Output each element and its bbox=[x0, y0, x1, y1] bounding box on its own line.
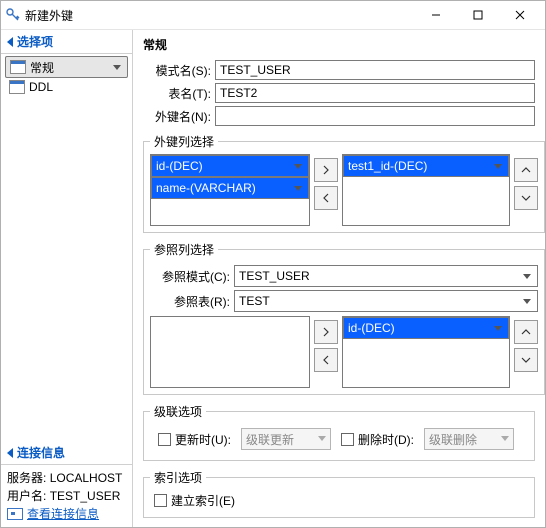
page-title: 常规 bbox=[133, 30, 545, 57]
titlebar: 新建外键 bbox=[1, 1, 545, 30]
create-index-label: 建立索引(E) bbox=[171, 492, 235, 509]
left-panel: 选择项 常规 DDL 连接信息 服务器: LOCALHOST 用户名: TEST bbox=[1, 30, 133, 527]
form-icon bbox=[9, 80, 25, 94]
list-item[interactable]: name-(VARCHAR) bbox=[151, 177, 309, 199]
ref-columns-group: 参照列选择 参照模式(C): TEST_USER 参照表(R): TEST bbox=[143, 241, 545, 395]
options-header-label: 选择项 bbox=[17, 33, 53, 50]
index-group: 索引选项 建立索引(E) bbox=[143, 469, 535, 518]
list-item[interactable]: test1_id-(DEC) bbox=[343, 155, 509, 177]
index-label: 索引选项 bbox=[150, 469, 206, 486]
fk-available-list[interactable]: id-(DEC) name-(VARCHAR) bbox=[150, 154, 310, 226]
checkbox-icon bbox=[158, 433, 171, 446]
ondelete-label: 删除时(D): bbox=[358, 431, 414, 448]
ondelete-value: 级联删除 bbox=[429, 431, 477, 448]
user-row: 用户名: TEST_USER bbox=[7, 487, 126, 505]
view-connection-label: 查看连接信息 bbox=[27, 505, 99, 523]
minimize-button[interactable] bbox=[415, 1, 457, 29]
table-input[interactable] bbox=[215, 83, 535, 103]
checkbox-icon bbox=[154, 494, 167, 507]
onupdate-select[interactable]: 级联更新 bbox=[241, 428, 331, 450]
refschema-label: 参照模式(C): bbox=[150, 268, 234, 285]
remove-refcolumn-button[interactable] bbox=[314, 348, 338, 372]
connection-header-label: 连接信息 bbox=[17, 444, 65, 461]
ref-available-list[interactable] bbox=[150, 316, 310, 388]
close-button[interactable] bbox=[499, 1, 541, 29]
fk-columns-group: 外键列选择 id-(DEC) name-(VARCHAR) test1_id-(… bbox=[143, 133, 545, 233]
basic-form: 模式名(S): 表名(T): 外键名(N): bbox=[133, 57, 545, 129]
dialog-window: 新建外键 选择项 常规 DDL bbox=[0, 0, 546, 528]
checkbox-icon bbox=[341, 433, 354, 446]
options-tree: 常规 DDL bbox=[1, 54, 132, 98]
user-value: TEST_USER bbox=[50, 489, 121, 503]
ondelete-checkbox[interactable]: 删除时(D): bbox=[341, 431, 414, 448]
window-title: 新建外键 bbox=[25, 7, 415, 24]
onupdate-value: 级联更新 bbox=[246, 431, 294, 448]
connection-info: 服务器: LOCALHOST 用户名: TEST_USER 查看连接信息 bbox=[1, 465, 132, 527]
create-index-checkbox[interactable]: 建立索引(E) bbox=[150, 490, 528, 511]
ref-move-up-button[interactable] bbox=[514, 320, 538, 344]
collapse-icon bbox=[7, 448, 13, 458]
ondelete-select[interactable]: 级联删除 bbox=[424, 428, 514, 450]
options-header[interactable]: 选择项 bbox=[1, 30, 132, 54]
cascade-label: 级联选项 bbox=[150, 403, 206, 420]
tree-item-label: 常规 bbox=[30, 59, 54, 76]
maximize-button[interactable] bbox=[457, 1, 499, 29]
cascade-group: 级联选项 更新时(U): 级联更新 删除时(D): 级联删除 bbox=[143, 403, 535, 461]
form-icon bbox=[10, 60, 26, 74]
tree-item-ddl[interactable]: DDL bbox=[5, 78, 128, 96]
add-column-button[interactable] bbox=[314, 158, 338, 182]
add-refcolumn-button[interactable] bbox=[314, 320, 338, 344]
fkname-input[interactable] bbox=[215, 106, 535, 126]
key-icon bbox=[5, 7, 21, 23]
fkname-label: 外键名(N): bbox=[143, 108, 215, 125]
schema-label: 模式名(S): bbox=[143, 62, 215, 79]
reftable-label: 参照表(R): bbox=[150, 293, 234, 310]
refschema-select[interactable]: TEST_USER bbox=[234, 265, 538, 287]
ref-selected-list[interactable]: id-(DEC) bbox=[342, 316, 510, 388]
collapse-icon bbox=[7, 37, 13, 47]
view-connection-link[interactable]: 查看连接信息 bbox=[7, 505, 126, 523]
reftable-value: TEST bbox=[239, 294, 270, 308]
onupdate-label: 更新时(U): bbox=[175, 431, 231, 448]
server-row: 服务器: LOCALHOST bbox=[7, 469, 126, 487]
remove-column-button[interactable] bbox=[314, 186, 338, 210]
ref-columns-label: 参照列选择 bbox=[150, 241, 218, 258]
ref-move-down-button[interactable] bbox=[514, 348, 538, 372]
fk-columns-label: 外键列选择 bbox=[150, 133, 218, 150]
move-down-button[interactable] bbox=[514, 186, 538, 210]
schema-input[interactable] bbox=[215, 60, 535, 80]
refschema-value: TEST_USER bbox=[239, 269, 310, 283]
network-icon bbox=[7, 508, 23, 520]
move-up-button[interactable] bbox=[514, 158, 538, 182]
user-label: 用户名: bbox=[7, 489, 46, 503]
server-label: 服务器: bbox=[7, 471, 46, 485]
reftable-select[interactable]: TEST bbox=[234, 290, 538, 312]
list-item[interactable]: id-(DEC) bbox=[343, 317, 509, 339]
tree-item-general[interactable]: 常规 bbox=[5, 56, 128, 78]
server-value: LOCALHOST bbox=[50, 471, 123, 485]
table-label: 表名(T): bbox=[143, 85, 215, 102]
fk-selected-list[interactable]: test1_id-(DEC) bbox=[342, 154, 510, 226]
tree-item-label: DDL bbox=[29, 80, 53, 94]
onupdate-checkbox[interactable]: 更新时(U): bbox=[158, 431, 231, 448]
list-item[interactable]: id-(DEC) bbox=[151, 155, 309, 177]
main-panel: 常规 模式名(S): 表名(T): 外键名(N): 外键列选择 bbox=[133, 30, 545, 527]
connection-header[interactable]: 连接信息 bbox=[1, 441, 132, 465]
